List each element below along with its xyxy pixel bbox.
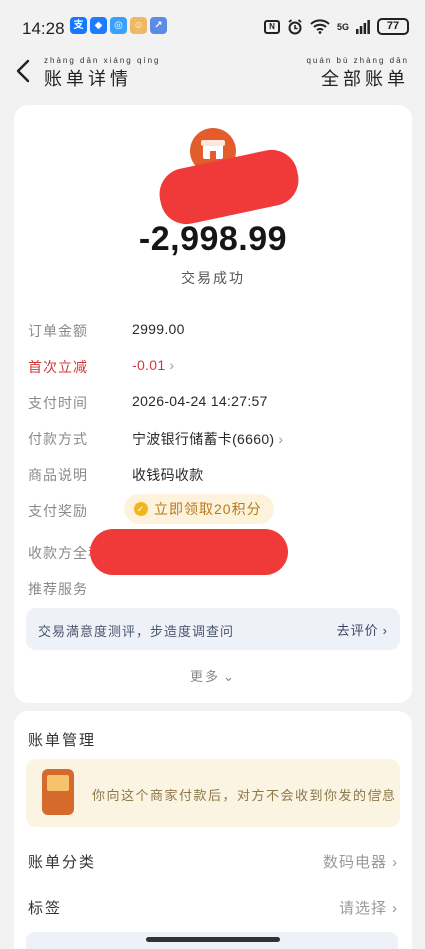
status-bar: 14:28 支 ◆ ◎ ☺ ↗ N 5G 77 [0,0,425,50]
section-title: 账单管理 [28,732,97,749]
page-title: zhàng dān xiáng qíng 账单详情 [44,56,161,91]
payment-method-value: 宁波银行储蓄卡(6660) [132,431,275,447]
transaction-card: -2,998.99 交易成功 订单金额 2999.00 首次立减 -0.01 › … [14,105,412,703]
detail-row-payment-method[interactable]: 付款方式 宁波银行储蓄卡(6660) › [28,427,398,449]
survey-link-label: 去评价 [336,623,379,638]
detail-row-product-desc: 商品说明 收钱码收款 [28,463,398,485]
bill-category-value-wrap: 数码电器 › [323,851,398,872]
detail-value-wrap: 宁波银行储蓄卡(6660) › [132,429,283,449]
detail-row-pay-reward: 支付奖励 ✓ 立即领取20积分 [28,494,398,524]
app-cartoon-icon: ☺ [130,17,147,34]
all-bills-link[interactable]: quán bù zhàng dān 全部账单 [306,56,409,91]
claim-points-label: 立即领取20积分 [154,501,262,517]
detail-row-order-amount: 订单金额 2999.00 [28,319,398,341]
chevron-right-icon: › [169,357,175,373]
discount-value: -0.01 [132,357,166,373]
detail-value: 收钱码收款 [132,467,204,483]
detail-label: 推荐服务 [28,581,88,597]
detail-label: 支付奖励 [28,503,88,519]
nfc-icon: N [263,19,280,34]
detail-row-recommended-service: 推荐服务 [28,577,398,599]
app-light-blue-icon: ◎ [110,17,127,34]
transaction-status: 交易成功 [181,270,245,286]
signal-label: 5G [336,21,349,32]
tag-value: 请选择 [338,900,387,917]
tag-value-wrap: 请选择 › [339,897,398,918]
detail-row-pay-time: 支付时间 2026-04-24 14:27:57 [28,391,398,413]
bill-management-card: 账单管理 你向这个商家付款后，对方不会收到你发的信息 › 账单分类 数码电器 › … [14,711,412,949]
alarm-icon [288,18,302,34]
wifi-icon [310,19,330,34]
page-title-pinyin: zhàng dān xiáng qíng [44,56,161,65]
signal-icon [356,19,370,34]
detail-value: 2026-04-24 14:27:57 [132,393,268,409]
tag-label: 标签 [28,900,63,917]
promo-text: 你向这个商家付款后，对方不会收到你发的信息 [92,788,397,803]
coin-icon: ✓ [134,502,148,516]
status-indicators: N 5G 77 [263,18,409,35]
detail-row-first-discount[interactable]: 首次立减 -0.01 › [28,355,398,377]
bill-category-row[interactable]: 账单分类 数码电器 › [28,851,398,873]
chevron-right-icon: › [377,783,382,800]
tag-row[interactable]: 标签 请选择 › [28,897,398,919]
chevron-right-icon: › [392,900,398,917]
app-blue-icon: ◆ [90,17,107,34]
chevron-right-icon: › [382,623,388,638]
detail-label: 支付时间 [28,395,88,411]
satisfaction-survey-bar[interactable]: 交易満意度测评，步造度调查问 去评价 › [26,608,400,650]
back-icon[interactable] [10,56,38,86]
claim-points-button[interactable]: ✓ 立即领取20积分 [124,494,274,524]
detail-label: 商品说明 [28,467,88,483]
promo-banner[interactable]: 你向这个商家付款后，对方不会收到你发的信息 › [26,759,400,827]
survey-text: 交易満意度测评，步造度调查问 [38,624,235,639]
detail-label: 订单金额 [28,323,88,339]
home-indicator[interactable] [146,937,280,942]
bill-category-label: 账单分类 [28,854,97,871]
nav-bar: zhàng dān xiáng qíng 账单详情 quán bù zhàng … [0,50,425,96]
app-share-icon: ↗ [150,17,167,34]
transaction-amount: -2,998.99 [138,220,288,258]
gift-illustration-icon [42,769,74,815]
status-time: 14:28 [22,19,65,38]
status-app-icons: 支 ◆ ◎ ☺ ↗ [70,17,167,34]
merchant-name-redaction [154,145,304,229]
more-label: 更多 [190,669,221,684]
detail-value: 2999.00 [132,321,185,337]
page-title-text: 账单详情 [44,69,132,89]
detail-label: 首次立减 [28,359,88,375]
bill-category-value: 数码电器 [322,854,387,871]
detail-value-wrap: -0.01 › [132,357,174,373]
more-toggle[interactable]: 更多 ⌄ [14,666,412,685]
chevron-right-icon: › [278,431,284,447]
all-bills-label: 全部账单 [321,69,409,89]
detail-label: 付款方式 [28,431,88,447]
battery-icon: 77 [377,18,409,35]
alipay-icon: 支 [70,17,87,34]
chevron-right-icon: › [392,854,398,871]
payee-name-redaction [90,529,288,575]
chevron-down-icon: ⌄ [223,669,236,684]
survey-link[interactable]: 去评价 › [337,620,388,639]
all-bills-pinyin: quán bù zhàng dān [306,56,409,65]
